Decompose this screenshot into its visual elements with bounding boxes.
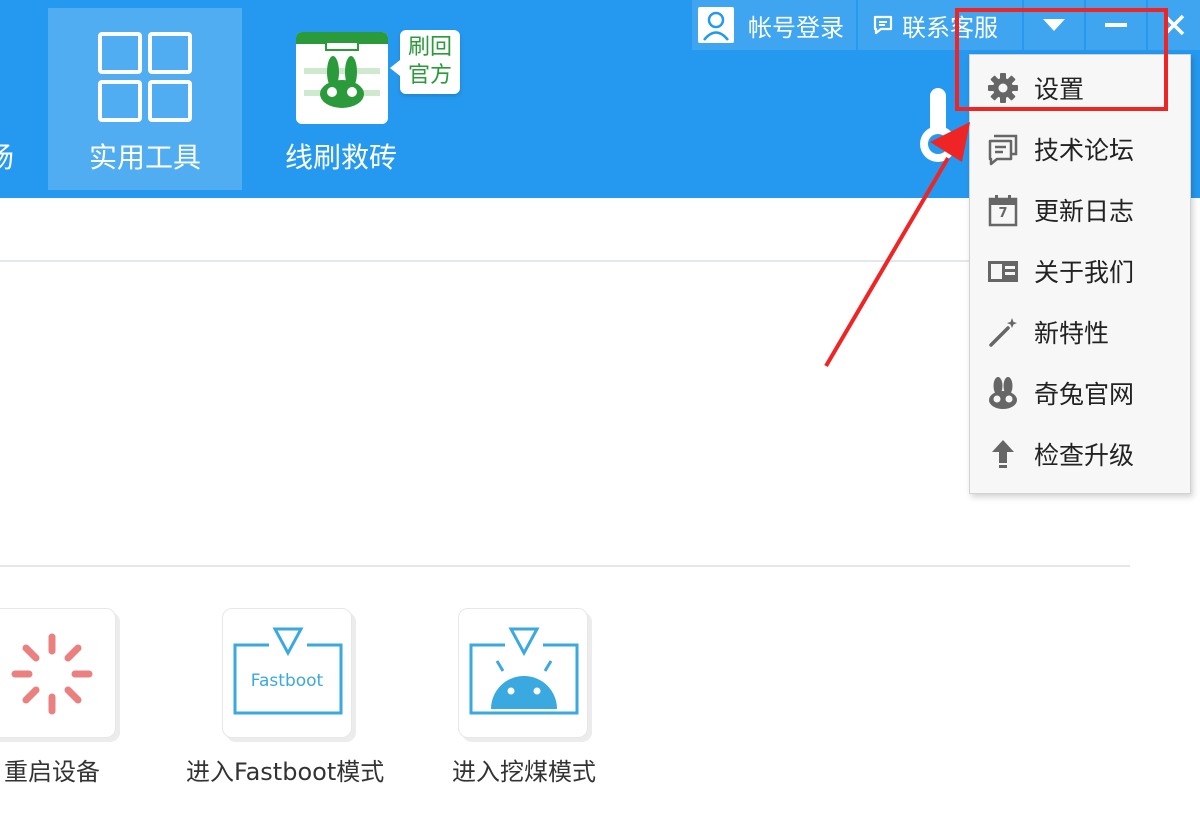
nav-market-label: 场 (0, 136, 14, 176)
menu-item-official-site[interactable]: 奇兔官网 (970, 362, 1190, 423)
menu-item-check-update[interactable]: 检查升级 (970, 423, 1190, 484)
grid-icon (98, 32, 194, 124)
restart-device-card[interactable] (0, 608, 116, 738)
id-card-icon (988, 260, 1018, 282)
flash-badge: 刷回官方 (390, 30, 460, 94)
restart-spinner-icon (11, 633, 93, 715)
rabbit-icon (989, 376, 1017, 409)
menu-item-new-features[interactable]: 新特性 (970, 301, 1190, 362)
nav-flash-label: 线刷救砖 (284, 141, 397, 174)
fastboot-card[interactable]: Fastboot (222, 608, 352, 738)
menu-label-new-features: 新特性 (1034, 318, 1110, 348)
calendar-icon: 7 (986, 193, 1020, 227)
nav-tools-label: 实用工具 (88, 141, 201, 174)
nav-market[interactable]: 场 (0, 8, 20, 190)
menu-label-check-update: 检查升级 (1034, 440, 1135, 470)
chat-bubble-icon (873, 15, 893, 35)
android-icon (469, 627, 579, 715)
menu-label-official-site: 奇兔官网 (1034, 379, 1135, 409)
menu-label-about: 关于我们 (1034, 257, 1135, 287)
restart-device-label: 重启设备 (4, 758, 100, 786)
magic-wand-icon (989, 317, 1017, 347)
menu-item-about[interactable]: 关于我们 (970, 240, 1190, 301)
nav-flash[interactable]: 刷回官方 线刷救砖 (266, 8, 460, 190)
divider-top (0, 260, 1130, 262)
fastboot-icon-text: Fastboot (250, 671, 324, 691)
menu-item-changelog[interactable]: 7 更新日志 (970, 179, 1190, 240)
login-label: 帐号登录 (748, 13, 844, 42)
arrow-up-icon (992, 439, 1014, 468)
flash-rabbit-icon (296, 32, 388, 124)
divider-middle (0, 565, 1130, 567)
settings-highlight-box (955, 8, 1168, 111)
dropdown-menu: 设置 技术论坛 7 更新日志 关于我们 新特性 奇兔官网 检查升级 (969, 54, 1191, 494)
user-icon (698, 7, 734, 43)
forum-icon (988, 134, 1018, 165)
calendar-day-text: 7 (998, 205, 1008, 221)
coal-mode-card[interactable] (458, 608, 588, 738)
fastboot-label: 进入Fastboot模式 (186, 758, 385, 786)
menu-label-changelog: 更新日志 (1034, 196, 1135, 226)
menu-item-forum[interactable]: 技术论坛 (970, 118, 1190, 179)
menu-label-forum: 技术论坛 (1034, 135, 1135, 165)
nav-tools[interactable]: 实用工具 (48, 8, 242, 190)
login-button[interactable]: 帐号登录 (692, 0, 856, 50)
coal-mode-label: 进入挖煤模式 (452, 758, 596, 786)
